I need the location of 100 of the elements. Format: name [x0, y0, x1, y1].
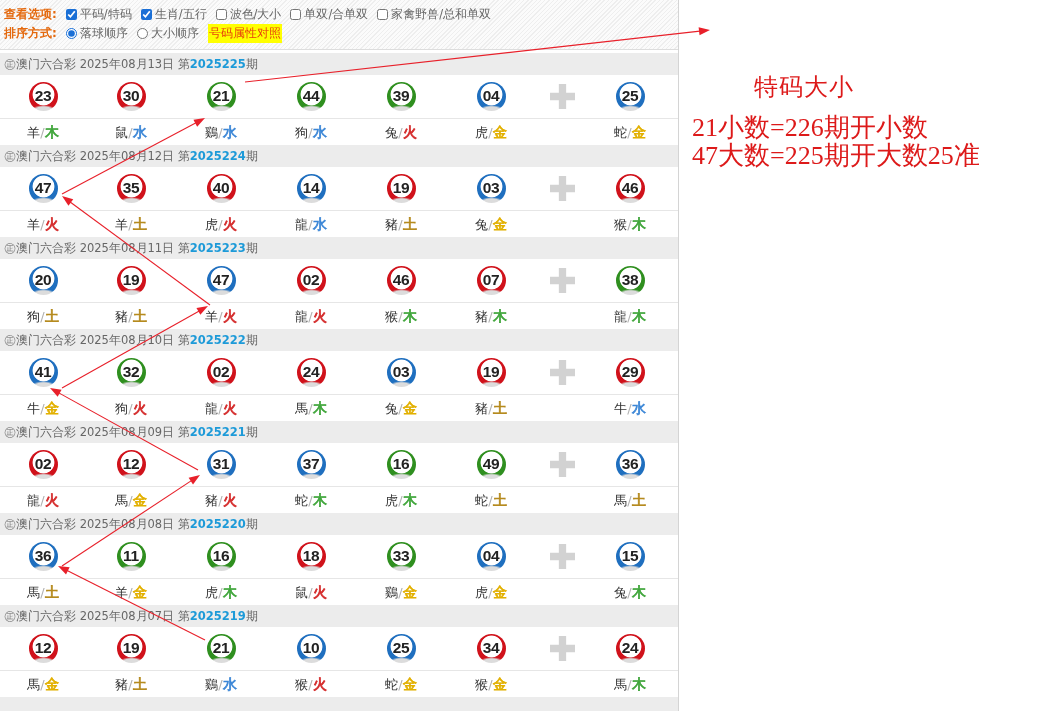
checkbox[interactable] — [215, 9, 227, 20]
checkbox[interactable] — [140, 9, 152, 20]
zodiac-element-label: 鷄/金 — [385, 584, 417, 600]
plus-icon — [549, 176, 575, 201]
number-ball: 47 — [28, 174, 58, 203]
number-ball: 47 — [206, 266, 236, 295]
plus-icon — [549, 544, 575, 569]
number-ball: 12 — [28, 634, 58, 663]
number-ball: 21 — [206, 82, 236, 111]
number-ball: 24 — [615, 634, 645, 663]
zodiac-element-label: 虎/木 — [385, 492, 417, 508]
number-ball: 46 — [386, 266, 416, 295]
number-ball: 02 — [206, 358, 236, 387]
plus-icon — [549, 360, 575, 385]
number-ball: 04 — [476, 82, 506, 111]
zodiac-element-label: 鷄/水 — [205, 676, 237, 692]
number-ball: 02 — [296, 266, 326, 295]
number-ball: 44 — [296, 82, 326, 111]
checkbox[interactable] — [290, 9, 302, 20]
zodiac-element-label: 龍/火 — [205, 400, 237, 416]
zodiac-element-label: 馬/金 — [27, 676, 59, 692]
zodiac-element-label: 馬/金 — [115, 492, 147, 508]
zodiac-element-label: 馬/土 — [27, 584, 59, 600]
zodiac-element-label: 虎/火 — [205, 216, 237, 232]
number-ball: 41 — [28, 358, 58, 387]
zodiac-element-label: 鷄/水 — [205, 124, 237, 140]
attribute-chart-button[interactable]: 号码属性对照 — [207, 24, 282, 43]
zodiac-element-label: 豬/土 — [475, 400, 507, 416]
zodiac-element-label: 兔/金 — [385, 400, 417, 416]
zodiac-element-label: 羊/木 — [27, 124, 59, 140]
number-ball: 03 — [386, 358, 416, 387]
number-ball: 38 — [615, 266, 645, 295]
number-ball: 40 — [206, 174, 236, 203]
checkbox[interactable] — [377, 9, 389, 20]
number-ball: 36 — [28, 542, 58, 571]
checkbox-label[interactable]: 波色/大小 — [229, 7, 282, 22]
zodiac-element-label: 蛇/木 — [295, 492, 327, 508]
zodiac-element-label: 馬/木 — [295, 400, 327, 416]
plus-icon — [549, 268, 575, 293]
zodiac-element-label: 羊/火 — [205, 308, 237, 324]
draw-header: ㊣澳门六合彩 2025年08月13日 第2025225期 — [0, 53, 678, 75]
number-ball: 12 — [116, 450, 146, 479]
note-line: 47大数=225期开大数25准 — [692, 142, 981, 170]
number-ball: 16 — [386, 450, 416, 479]
zodiac-element-label: 兔/木 — [614, 584, 646, 600]
zodiac-element-label: 羊/金 — [115, 584, 147, 600]
number-ball: 25 — [386, 634, 416, 663]
number-ball: 11 — [116, 542, 146, 571]
note-title: 特码大小 — [754, 73, 855, 102]
zodiac-element-label: 龍/火 — [27, 492, 59, 508]
plus-icon — [549, 636, 575, 661]
zodiac-element-label: 豬/土 — [385, 216, 417, 232]
radio-button[interactable] — [136, 28, 148, 39]
radio-button[interactable] — [65, 28, 77, 39]
zodiac-element-label: 狗/水 — [295, 124, 327, 140]
checkbox[interactable] — [65, 9, 77, 20]
zodiac-element-label: 龍/水 — [295, 216, 327, 232]
number-ball: 10 — [296, 634, 326, 663]
number-ball: 20 — [28, 266, 58, 295]
note-line: 21小数=226期开小数 — [692, 114, 929, 142]
number-ball: 19 — [386, 174, 416, 203]
zodiac-element-label: 蛇/金 — [385, 676, 417, 692]
zodiac-element-label: 蛇/金 — [614, 124, 646, 140]
zodiac-element-label: 狗/火 — [115, 400, 147, 416]
sort-label: 排序方式: — [4, 25, 57, 42]
number-ball: 23 — [28, 82, 58, 111]
zodiac-element-label: 猴/木 — [385, 308, 417, 324]
zodiac-element-label: 虎/金 — [475, 124, 507, 140]
number-ball: 39 — [386, 82, 416, 111]
number-ball: 24 — [296, 358, 326, 387]
zodiac-element-label: 龍/火 — [295, 308, 327, 324]
zodiac-element-label: 鼠/水 — [115, 124, 147, 140]
zodiac-element-label: 虎/金 — [475, 584, 507, 600]
number-ball: 31 — [206, 450, 236, 479]
zodiac-element-label: 馬/木 — [614, 676, 646, 692]
plus-icon — [549, 84, 575, 109]
number-ball: 07 — [476, 266, 506, 295]
number-ball: 30 — [116, 82, 146, 111]
number-ball: 03 — [476, 174, 506, 203]
radio-label[interactable]: 落球顺序 — [79, 26, 128, 41]
number-ball: 35 — [116, 174, 146, 203]
number-ball: 25 — [615, 82, 645, 111]
zodiac-element-label: 羊/火 — [27, 216, 59, 232]
radio-label[interactable]: 大小顺序 — [150, 26, 199, 41]
options-label: 查看选项: — [4, 6, 57, 23]
zodiac-element-label: 豬/土 — [115, 308, 147, 324]
zodiac-element-label: 牛/金 — [27, 400, 59, 416]
number-ball: 16 — [206, 542, 236, 571]
number-ball: 21 — [206, 634, 236, 663]
checkbox-label[interactable]: 家禽野兽/总和单双 — [391, 7, 492, 22]
number-ball: 14 — [296, 174, 326, 203]
zodiac-element-label: 兔/金 — [475, 216, 507, 232]
number-ball: 34 — [476, 634, 506, 663]
checkbox-label[interactable]: 单双/合单双 — [304, 7, 369, 22]
number-ball: 04 — [476, 542, 506, 571]
number-ball: 19 — [116, 266, 146, 295]
checkbox-label[interactable]: 生肖/五行 — [154, 7, 207, 22]
checkbox-label[interactable]: 平码/特码 — [79, 7, 132, 22]
number-ball: 36 — [615, 450, 645, 479]
zodiac-element-label: 虎/木 — [205, 584, 237, 600]
